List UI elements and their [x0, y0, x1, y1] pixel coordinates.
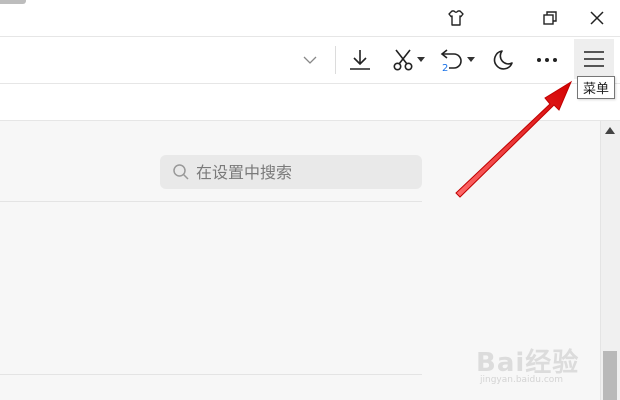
address-dropdown-button[interactable] — [298, 44, 322, 76]
settings-search-input[interactable] — [194, 161, 418, 183]
browser-toolbar: 2 — [0, 37, 620, 84]
tab-edge[interactable] — [0, 0, 26, 4]
vertical-scrollbar[interactable] — [600, 121, 620, 400]
more-button[interactable] — [532, 44, 562, 76]
settings-divider-bottom — [0, 374, 422, 375]
download-button[interactable] — [346, 44, 374, 76]
screenshot-scissors-icon — [393, 49, 413, 71]
undo-close-tab-button[interactable]: 2 — [436, 44, 478, 76]
restore-icon — [543, 11, 557, 25]
menu-button[interactable] — [574, 39, 614, 79]
close-icon — [590, 11, 604, 25]
baidu-jingyan-watermark: Bai经验 jingyan.baidu.com — [476, 342, 596, 392]
menu-tooltip: 菜单 — [577, 76, 616, 99]
undo-count-badge: 2 — [442, 63, 449, 74]
search-icon — [173, 164, 189, 180]
bookmark-bar — [0, 84, 620, 121]
screenshot-dropdown-icon — [417, 57, 425, 62]
screenshot-button[interactable] — [388, 44, 428, 76]
night-mode-moon-icon — [493, 50, 513, 70]
skin-button[interactable] — [441, 4, 471, 32]
undo-dropdown-icon — [467, 57, 475, 62]
download-icon — [350, 50, 370, 70]
dropdown-chevron-icon — [303, 56, 317, 64]
title-bar — [0, 0, 620, 37]
watermark-url: jingyan.baidu.com — [480, 375, 564, 385]
night-mode-button[interactable] — [488, 44, 518, 76]
skin-icon — [448, 10, 464, 26]
scrollbar-thumb[interactable] — [603, 351, 617, 400]
settings-search-box[interactable] — [160, 155, 422, 189]
settings-divider — [0, 201, 422, 202]
more-dots-icon — [537, 58, 557, 62]
menu-hamburger-icon — [584, 51, 604, 67]
restore-button[interactable] — [535, 4, 565, 32]
watermark-brand: Bai经验 — [476, 348, 580, 378]
toolbar-separator — [335, 46, 336, 74]
scroll-up-arrow-icon[interactable] — [605, 127, 615, 134]
close-button[interactable] — [582, 4, 612, 32]
